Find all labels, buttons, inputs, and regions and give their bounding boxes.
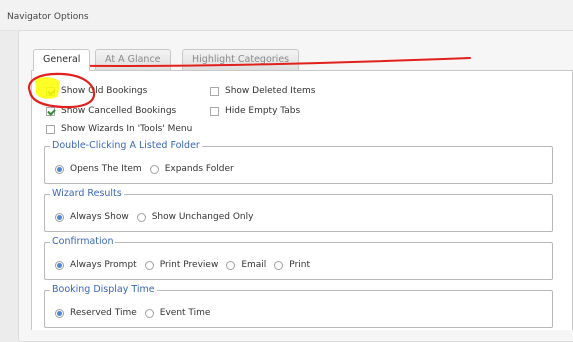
print-radio[interactable]: Print — [274, 260, 310, 270]
email-radio[interactable]: Email — [226, 260, 266, 270]
show-cancelled-bookings-checkbox[interactable]: Show Cancelled Bookings — [46, 106, 176, 116]
double-click-group: Double-Clicking A Listed Folder Opens Th… — [44, 140, 553, 184]
opens-the-item-radio[interactable]: Opens The Item — [55, 164, 142, 174]
checkbox-box[interactable] — [210, 106, 219, 116]
radio-button[interactable] — [144, 308, 154, 318]
reserved-time-label: Reserved Time — [70, 308, 137, 318]
print-label: Print — [289, 260, 310, 270]
opens-the-item-label: Opens The Item — [70, 164, 142, 174]
show-deleted-items-checkbox[interactable]: Show Deleted Items — [210, 86, 315, 96]
print-preview-label: Print Preview — [159, 260, 219, 270]
radio-button[interactable] — [55, 260, 64, 270]
event-time-label: Event Time — [159, 308, 211, 318]
double-click-options: Opens The Item Expands Folder — [55, 164, 242, 174]
show-wizards-label: Show Wizards In 'Tools' Menu — [61, 124, 193, 134]
checkbox-box[interactable] — [46, 106, 55, 116]
confirmation-group: Confirmation Always Prompt Print Preview… — [44, 236, 553, 280]
tab-general[interactable]: General — [33, 49, 91, 71]
expands-folder-radio[interactable]: Expands Folder — [149, 164, 234, 174]
show-cancelled-bookings-label: Show Cancelled Bookings — [61, 106, 177, 116]
window-title: Navigator Options — [7, 12, 89, 22]
expands-folder-label: Expands Folder — [164, 164, 234, 174]
show-old-bookings-label: Show Old Bookings — [61, 86, 148, 96]
show-old-bookings-checkbox[interactable]: Show Old Bookings — [46, 86, 147, 96]
radio-button[interactable] — [55, 308, 64, 318]
show-deleted-items-label: Show Deleted Items — [225, 86, 316, 96]
reserved-time-radio[interactable]: Reserved Time — [55, 308, 137, 318]
show-wizards-checkbox[interactable]: Show Wizards In 'Tools' Menu — [46, 124, 192, 134]
booking-display-time-options: Reserved Time Event Time — [55, 308, 218, 318]
tab-highlight-categories[interactable]: Highlight Categories — [182, 49, 300, 70]
wizard-results-group: Wizard Results Always Show Show Unchange… — [44, 188, 553, 232]
event-time-radio[interactable]: Event Time — [144, 308, 211, 318]
checkbox-box[interactable] — [46, 86, 55, 96]
booking-display-time-legend: Booking Display Time — [50, 284, 157, 295]
booking-display-time-group: Booking Display Time Reserved Time Event… — [44, 284, 553, 328]
show-unchanged-only-label: Show Unchanged Only — [151, 212, 254, 222]
wizard-results-options: Always Show Show Unchanged Only — [55, 212, 261, 222]
hide-empty-tabs-label: Hide Empty Tabs — [225, 106, 301, 116]
hide-empty-tabs-checkbox[interactable]: Hide Empty Tabs — [210, 106, 300, 116]
always-show-label: Always Show — [70, 212, 129, 222]
radio-button[interactable] — [55, 164, 64, 174]
radio-button[interactable] — [274, 260, 284, 270]
always-show-radio[interactable]: Always Show — [55, 212, 129, 222]
tab-highlight-categories-label: Highlight Categories — [192, 54, 290, 65]
radio-button[interactable] — [136, 212, 146, 222]
show-unchanged-only-radio[interactable]: Show Unchanged Only — [136, 212, 254, 222]
print-preview-radio[interactable]: Print Preview — [144, 260, 219, 270]
double-click-legend: Double-Clicking A Listed Folder — [50, 140, 202, 151]
checkbox-box[interactable] — [46, 124, 55, 134]
always-prompt-label: Always Prompt — [70, 260, 137, 270]
radio-button[interactable] — [226, 260, 236, 270]
tab-general-label: General — [43, 54, 81, 65]
radio-button[interactable] — [144, 260, 154, 270]
email-label: Email — [241, 260, 267, 270]
confirmation-legend: Confirmation — [50, 236, 116, 247]
always-prompt-radio[interactable]: Always Prompt — [55, 260, 137, 270]
wizard-results-legend: Wizard Results — [50, 188, 124, 199]
radio-button[interactable] — [149, 164, 159, 174]
tab-at-a-glance-label: At A Glance — [105, 54, 161, 65]
title-bar: Navigator Options — [0, 0, 573, 31]
checkbox-box[interactable] — [210, 86, 219, 96]
tab-at-a-glance[interactable]: At A Glance — [95, 49, 171, 70]
radio-button[interactable] — [55, 212, 64, 222]
confirmation-options: Always Prompt Print Preview Email Print — [55, 260, 318, 270]
